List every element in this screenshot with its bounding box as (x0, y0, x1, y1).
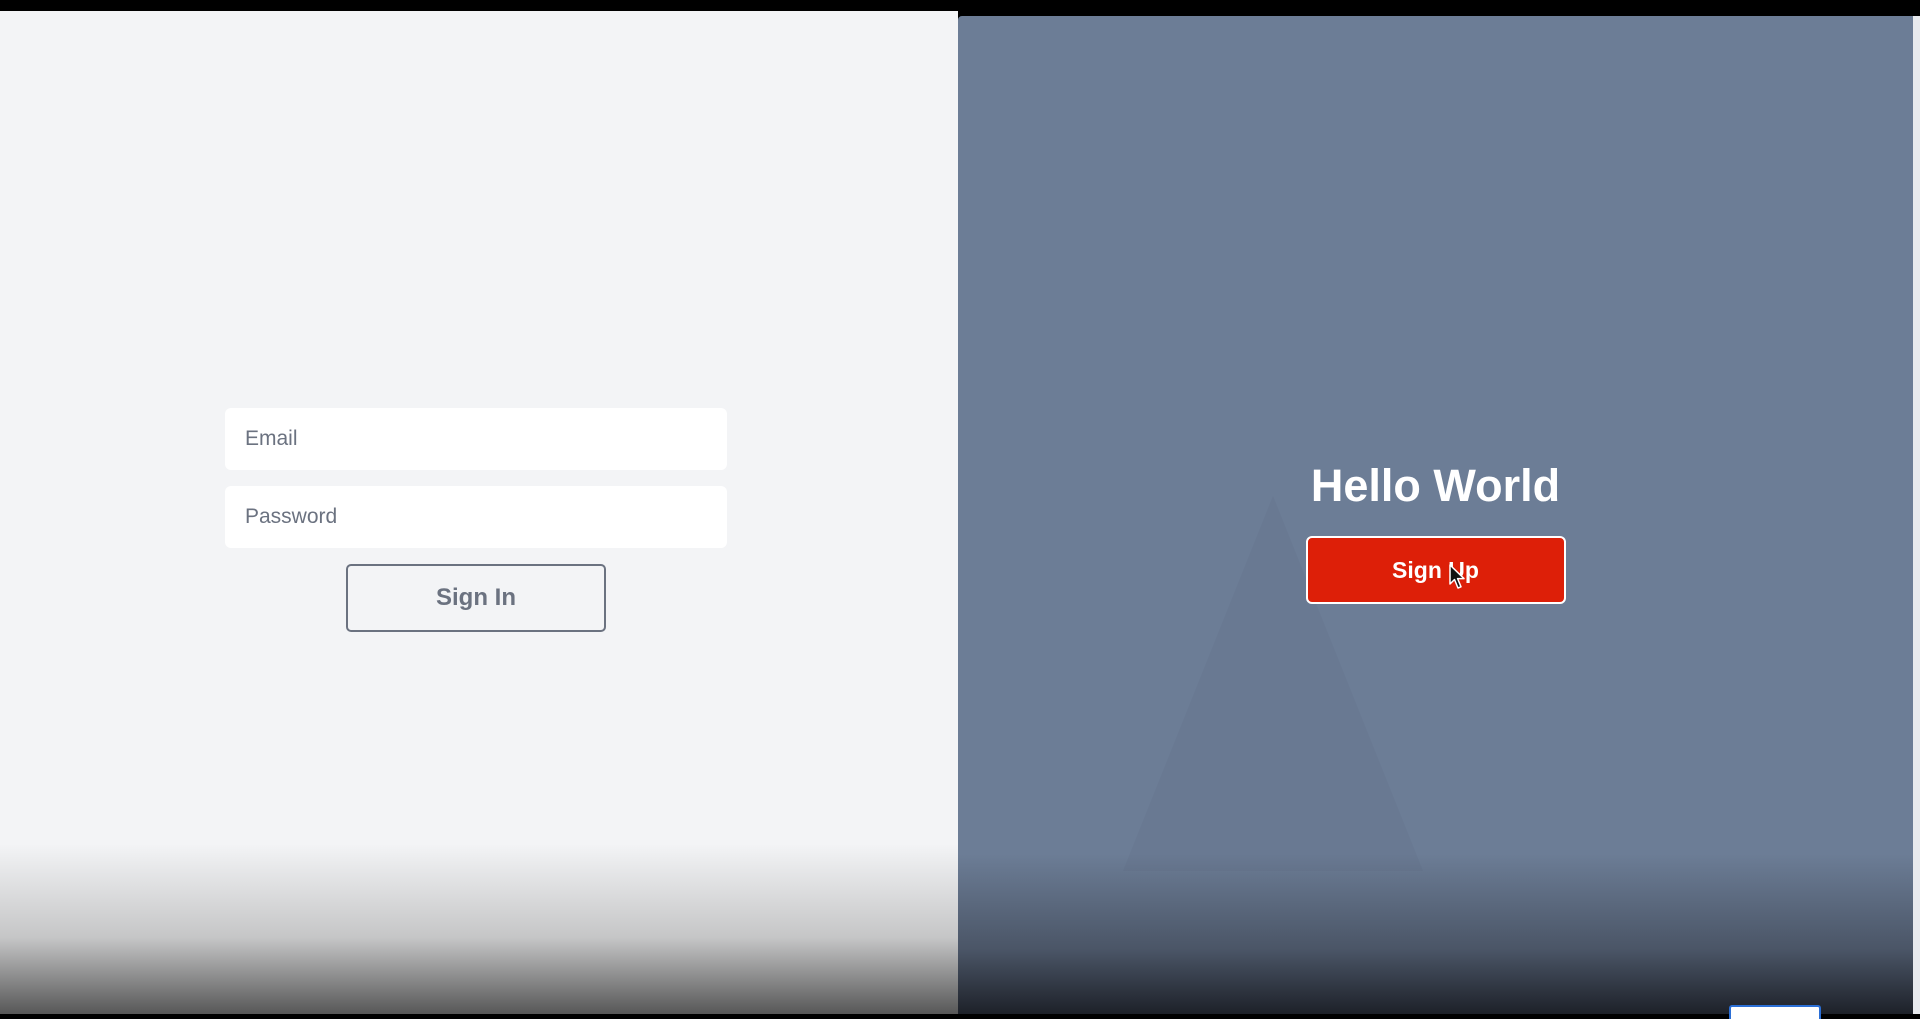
mouse-pointer-icon (1449, 564, 1465, 589)
bottom-shadow-overlay (958, 854, 1913, 1014)
sign-in-panel: Sign In (0, 11, 958, 1014)
email-input[interactable] (225, 408, 727, 470)
sign-up-panel: Hello World Sign Up (958, 16, 1913, 1014)
hero-title: Hello World (1310, 460, 1561, 511)
hero-section: Hello World Sign Up (958, 456, 1913, 604)
sign-up-button[interactable]: Sign Up (1305, 536, 1566, 604)
corner-tab-widget[interactable] (1729, 1005, 1821, 1019)
sign-in-form: Sign In (225, 408, 727, 632)
sign-in-button[interactable]: Sign In (346, 564, 606, 632)
window-top-bar (0, 0, 1920, 11)
bottom-shadow-overlay (0, 844, 958, 1014)
window-right-edge (1913, 16, 1920, 1014)
password-input[interactable] (225, 486, 727, 548)
